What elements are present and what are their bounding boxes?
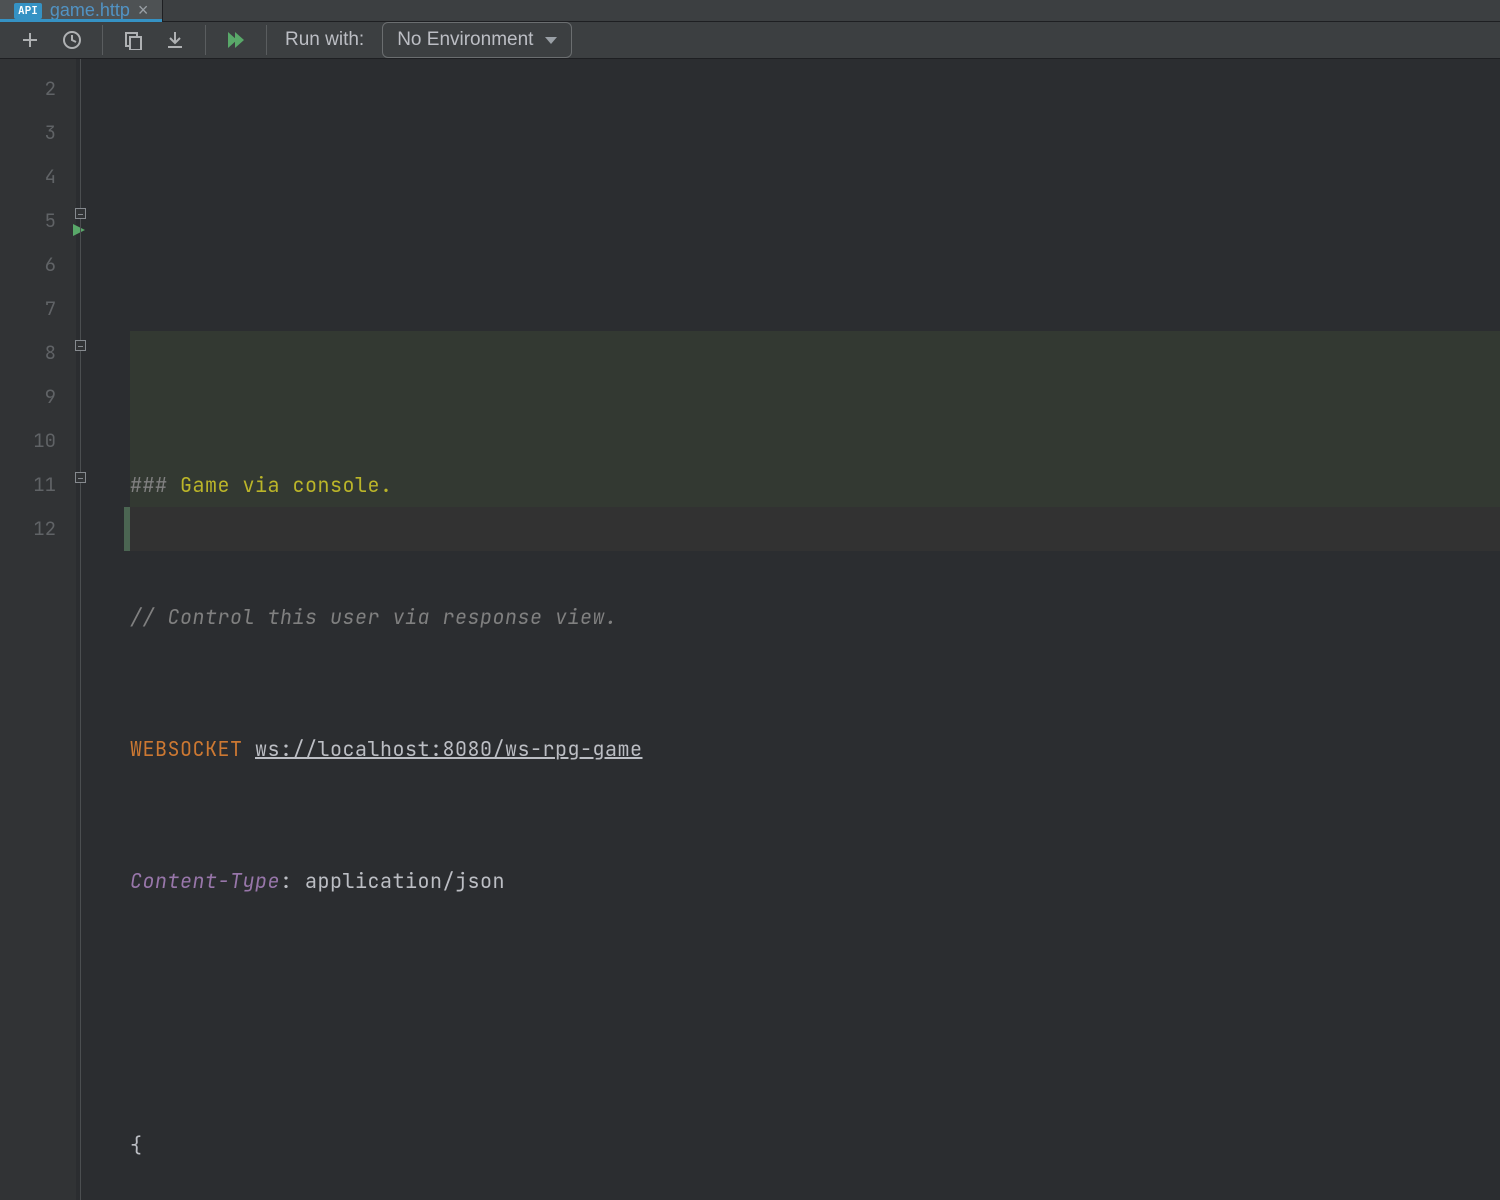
section-marker: ### [130, 472, 168, 498]
run-with-label: Run with: [285, 29, 364, 51]
line-number: 10 [0, 419, 56, 463]
api-file-icon: API [14, 3, 42, 19]
tab-game-http[interactable]: API game.http × [0, 0, 163, 21]
chevron-down-icon [545, 37, 557, 44]
caret-gutter-mark [124, 507, 130, 551]
history-icon[interactable] [60, 28, 84, 52]
add-request-icon[interactable] [18, 28, 42, 52]
run-all-icon[interactable] [224, 28, 248, 52]
request-url[interactable]: ws://localhost:8080/ws-rpg-game [255, 736, 643, 762]
toolbar-separator [266, 25, 267, 55]
header-value: application/json [305, 868, 505, 894]
line-number: 7 [0, 287, 56, 331]
code-editor[interactable]: 2 3 4 5 6 7 8 9 10 11 12 ### Game via co… [0, 59, 1500, 1200]
json-open-brace: { [130, 1132, 143, 1158]
toolbar-separator [102, 25, 103, 55]
line-number: 2 [0, 67, 56, 111]
line-number-gutter: 2 3 4 5 6 7 8 9 10 11 12 [0, 59, 76, 1200]
toolbar-separator [205, 25, 206, 55]
line-number: 12 [0, 507, 56, 551]
code-comment: // Control this user via response view. [130, 604, 618, 630]
fold-toggle-icon[interactable] [75, 340, 86, 351]
request-method: WEBSOCKET [130, 736, 243, 762]
line-number: 6 [0, 243, 56, 287]
current-line-highlight [130, 507, 1500, 551]
tab-filename: game.http [50, 0, 130, 21]
environment-dropdown[interactable]: No Environment [382, 22, 572, 58]
code-area[interactable]: ### Game via console. // Control this us… [130, 59, 1500, 1200]
fold-column [76, 59, 130, 1200]
line-number: 8 [0, 331, 56, 375]
header-sep: : [280, 868, 293, 894]
line-number: 11 [0, 463, 56, 507]
line-number: 4 [0, 155, 56, 199]
editor-toolbar: Run with: No Environment [0, 22, 1500, 59]
close-tab-icon[interactable]: × [138, 0, 149, 21]
fold-toggle-icon[interactable] [75, 208, 86, 219]
copy-icon[interactable] [121, 28, 145, 52]
import-icon[interactable] [163, 28, 187, 52]
line-number: 9 [0, 375, 56, 419]
tab-bar: API game.http × [0, 0, 1500, 22]
fold-toggle-icon[interactable] [75, 472, 86, 483]
environment-value: No Environment [397, 29, 533, 51]
section-title: Game via console. [180, 472, 393, 498]
line-number: 5 [0, 199, 56, 243]
header-name: Content-Type [130, 868, 280, 894]
line-number: 3 [0, 111, 56, 155]
